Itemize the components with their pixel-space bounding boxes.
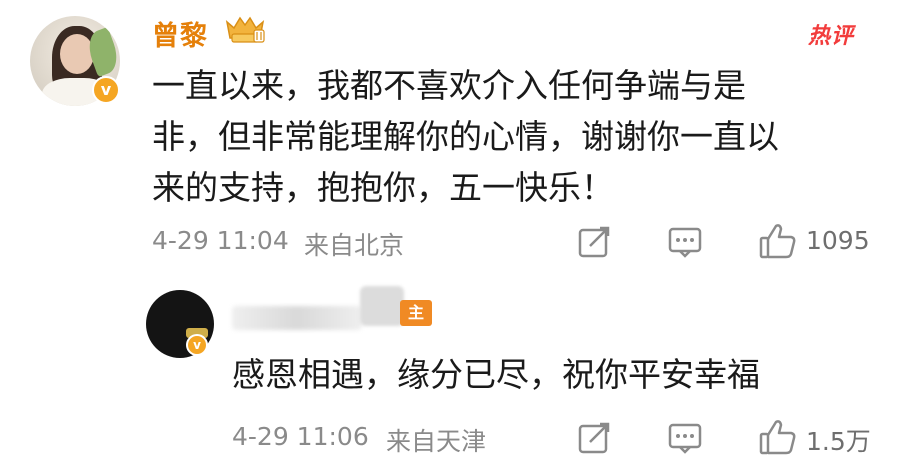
thumbs-up-icon[interactable] <box>758 222 798 260</box>
crown-badge-icon <box>225 16 265 43</box>
verified-badge-icon: v <box>92 76 120 104</box>
reply-time: 4-29 11:06 <box>232 422 369 451</box>
comment-time: 4-29 11:04 <box>152 226 289 255</box>
comment-icon[interactable] <box>668 226 702 258</box>
comment-location: 来自北京 <box>304 231 405 260</box>
reply-share-icon[interactable] <box>578 422 612 454</box>
username[interactable]: 曾黎 <box>152 14 208 53</box>
comment-line-3: 来的支持，抱抱你，五一快乐！ <box>152 168 614 207</box>
reply-thumbs-up-icon[interactable] <box>758 418 798 456</box>
reply-verified-badge-icon: v <box>186 334 208 356</box>
reply-username-masked[interactable] <box>232 306 362 330</box>
reply-username-mosaic <box>360 286 404 326</box>
avatar-face <box>60 34 94 74</box>
share-icon[interactable] <box>578 226 612 258</box>
comment-line-2: 非，但非常能理解你的心情，谢谢你一直以 <box>152 117 779 156</box>
fan-badge: 主 <box>400 300 432 326</box>
hot-comment-tag: 热评 <box>808 24 855 49</box>
reply-location: 来自天津 <box>386 427 487 456</box>
like-count: 1095 <box>806 226 870 255</box>
comment-line-1: 一直以来，我都不喜欢介入任何争端与是 <box>152 66 746 105</box>
reply-text: 感恩相遇，缘分已尽，祝你平安幸福 <box>232 355 760 394</box>
reply-comment-icon[interactable] <box>668 422 702 454</box>
reply-like-count: 1.5万 <box>806 427 871 456</box>
comment-text: 一直以来，我都不喜欢介入任何争端与是 非，但非常能理解你的心情，谢谢你一直以 来… <box>152 60 872 213</box>
